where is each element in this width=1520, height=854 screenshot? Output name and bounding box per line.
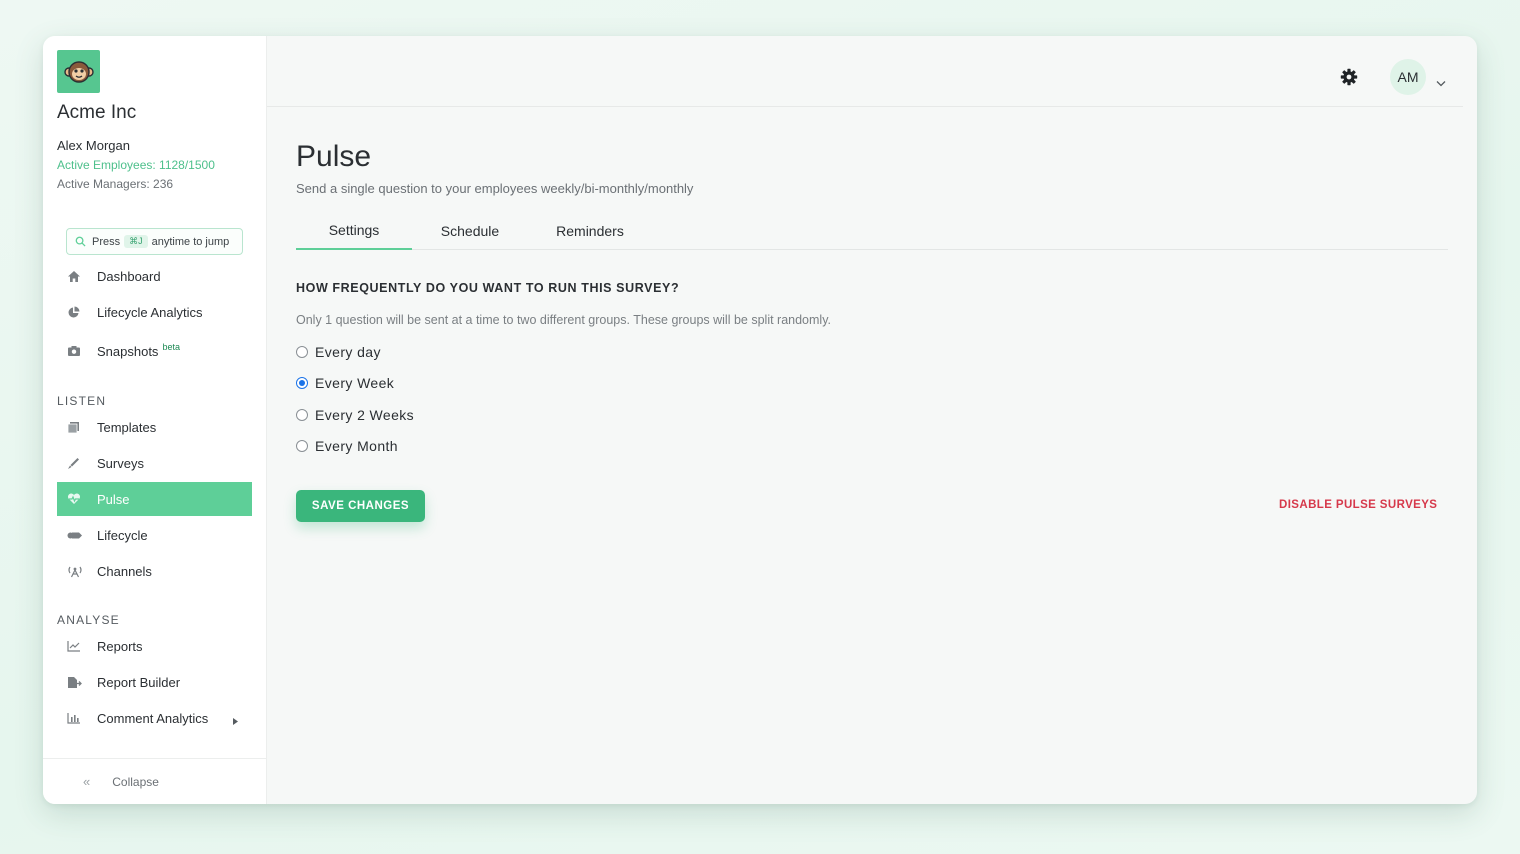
- home-icon: [57, 270, 97, 283]
- sidebar-item-label: Dashboard: [97, 268, 161, 284]
- radio-unchecked[interactable]: [296, 440, 308, 452]
- double-chevron-left-icon: «: [83, 774, 91, 789]
- sidebar-item-label: Report Builder: [97, 674, 181, 690]
- sidebar-item-label: Templates: [97, 419, 157, 435]
- frequency-option-every-week[interactable]: Every Week: [296, 375, 394, 391]
- templates-icon: [57, 421, 97, 434]
- tab-bar: Settings Schedule Reminders: [296, 212, 1448, 250]
- section-label-listen: LISTEN: [57, 394, 107, 408]
- user-name: Alex Morgan: [57, 138, 130, 153]
- option-label: Every Month: [315, 438, 398, 454]
- page-subtitle: Send a single question to your employees…: [296, 181, 694, 196]
- broadcast-icon: [57, 565, 97, 578]
- option-label: Every Week: [315, 375, 395, 391]
- option-label: Every 2 Weeks: [315, 407, 415, 423]
- sidebar-item-surveys[interactable]: Surveys: [57, 446, 252, 480]
- sidebar-item-label: Comment Analytics: [97, 710, 209, 726]
- sidebar-item-comment-analytics[interactable]: Comment Analytics: [57, 701, 252, 735]
- main-content: AM Pulse Send a single question to your …: [267, 36, 1477, 804]
- jump-press-label: Press: [92, 235, 121, 248]
- sidebar-item-label: Surveys: [97, 455, 144, 471]
- shortcut-badge: ⌘J: [124, 235, 148, 248]
- heartbeat-icon: [57, 493, 97, 505]
- company-name: Acme Inc: [57, 102, 137, 123]
- camera-icon: [57, 345, 97, 357]
- active-managers-stat: Active Managers: 236: [57, 177, 174, 191]
- active-employees-stat: Active Employees: 1128/1500: [57, 158, 215, 172]
- sidebar-item-snapshots[interactable]: Snapshots beta: [57, 334, 252, 368]
- frequency-option-every-month[interactable]: Every Month: [296, 438, 398, 454]
- sidebar-item-label: Lifecycle Analytics: [97, 304, 203, 320]
- option-label: Every day: [315, 344, 381, 360]
- sidebar-item-lifecycle[interactable]: Lifecycle: [57, 518, 252, 552]
- gear-icon[interactable]: [1340, 68, 1358, 91]
- sidebar-item-report-builder[interactable]: Report Builder: [57, 665, 252, 699]
- collapse-label: Collapse: [112, 774, 159, 789]
- file-export-icon: [57, 676, 97, 689]
- jump-suffix-label: anytime to jump: [151, 235, 230, 248]
- disable-pulse-surveys-button[interactable]: DISABLE PULSE SURVEYS: [1279, 499, 1437, 511]
- pen-icon: [57, 457, 97, 470]
- sidebar-item-templates[interactable]: Templates: [57, 410, 252, 444]
- sidebar-item-label: Snapshots: [97, 343, 159, 359]
- chevron-down-icon[interactable]: [1436, 74, 1446, 92]
- sidebar: Acme Inc Alex Morgan Active Employees: 1…: [43, 36, 267, 804]
- survey-frequency-hint: Only 1 question will be sent at a time t…: [296, 313, 831, 327]
- monkey-logo-icon: [63, 60, 94, 83]
- sidebar-item-channels[interactable]: Channels: [57, 554, 252, 588]
- tab-settings[interactable]: Settings: [296, 212, 412, 250]
- line-chart-icon: [57, 640, 97, 652]
- page-title: Pulse: [296, 140, 372, 173]
- survey-frequency-question: HOW FREQUENTLY DO YOU WANT TO RUN THIS S…: [296, 281, 680, 295]
- frequency-option-every-day[interactable]: Every day: [296, 344, 381, 360]
- submenu-arrow-icon: [233, 713, 238, 728]
- section-label-analyse: ANALYSE: [57, 613, 120, 627]
- pie-chart-icon: [57, 306, 97, 319]
- sidebar-item-dashboard[interactable]: Dashboard: [57, 259, 252, 293]
- sidebar-item-label: Reports: [97, 638, 143, 654]
- beta-badge: beta: [162, 342, 180, 352]
- sidebar-item-label: Pulse: [97, 491, 130, 507]
- flag-icon: [57, 530, 97, 541]
- sidebar-item-reports[interactable]: Reports: [57, 629, 252, 663]
- tab-reminders[interactable]: Reminders: [540, 212, 640, 250]
- collapse-sidebar-button[interactable]: « Collapse: [43, 758, 266, 804]
- sidebar-item-pulse[interactable]: Pulse: [57, 482, 252, 516]
- company-logo[interactable]: [57, 50, 100, 93]
- radio-checked[interactable]: [296, 377, 308, 389]
- search-icon: [75, 236, 86, 247]
- save-changes-button[interactable]: SAVE CHANGES: [296, 490, 425, 522]
- bar-chart-icon: [57, 712, 97, 724]
- top-bar: AM: [267, 36, 1463, 107]
- sidebar-item-lifecycle-analytics[interactable]: Lifecycle Analytics: [57, 295, 252, 329]
- app-window: Acme Inc Alex Morgan Active Employees: 1…: [43, 36, 1477, 804]
- sidebar-item-label: Channels: [97, 563, 152, 579]
- sidebar-item-label: Lifecycle: [97, 527, 148, 543]
- avatar[interactable]: AM: [1390, 59, 1426, 95]
- jump-search[interactable]: Press ⌘J anytime to jump: [66, 228, 243, 255]
- frequency-option-every-2-weeks[interactable]: Every 2 Weeks: [296, 407, 414, 423]
- radio-unchecked[interactable]: [296, 409, 308, 421]
- tab-schedule[interactable]: Schedule: [428, 212, 512, 250]
- radio-unchecked[interactable]: [296, 346, 308, 358]
